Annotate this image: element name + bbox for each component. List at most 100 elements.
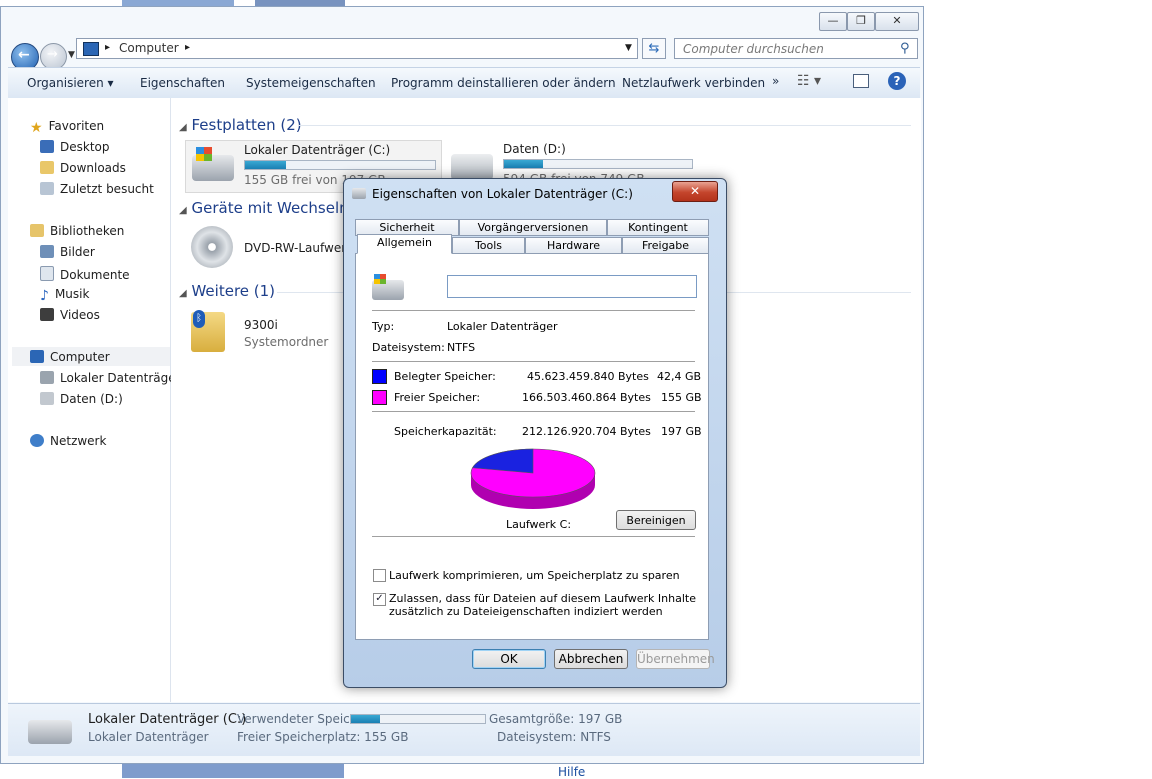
uninstall-program-button[interactable]: Programm deinstallieren oder ändern (391, 76, 616, 90)
tab-sharing[interactable]: Freigabe (622, 237, 709, 254)
cancel-button[interactable]: Abbrechen (554, 649, 628, 669)
details-drive-type: Lokaler Datenträger (88, 730, 209, 744)
nav-downloads[interactable]: Downloads (40, 161, 126, 175)
used-space-swatch (372, 369, 387, 384)
nav-label: Lokaler Datenträger (60, 371, 181, 385)
details-pane: Lokaler Datenträger (C:) Lokaler Datentr… (8, 703, 920, 756)
recent-pages-dropdown[interactable]: ▼ (68, 50, 75, 60)
organize-menu[interactable]: Organisieren ▾ (27, 76, 114, 90)
nav-network[interactable]: Netzwerk (30, 434, 106, 448)
used-space-bytes: 45.623.459.840 Bytes (527, 370, 649, 383)
drive-icon (40, 392, 54, 405)
disk-cleanup-button[interactable]: Bereinigen (616, 510, 696, 530)
capacity-gb: 197 GB (661, 425, 702, 438)
minimize-button[interactable]: — (819, 12, 847, 31)
capacity-bytes: 212.126.920.704 Bytes (522, 425, 651, 438)
collapse-icon: ◢ (179, 288, 187, 299)
group-title: Weitere (1) (191, 282, 276, 300)
nav-favorites[interactable]: ★ Favoriten (30, 119, 104, 136)
group-header-other[interactable]: ◢ Weitere (1) (179, 282, 275, 300)
tab-tools[interactable]: Tools (452, 237, 525, 254)
nav-local-disk[interactable]: Lokaler Datenträger (40, 371, 181, 385)
windows-logo-icon (196, 147, 212, 161)
library-icon (30, 224, 44, 237)
details-filesystem-label: Dateisystem: NTFS (497, 730, 611, 744)
address-dropdown-icon[interactable]: ▼ (625, 43, 632, 53)
tab-previous-versions[interactable]: Vorgängerversionen (459, 219, 607, 236)
dialog-close-button[interactable]: ✕ (672, 181, 718, 202)
type-value: Lokaler Datenträger (447, 320, 558, 333)
nav-music[interactable]: ♪ Musik (40, 287, 89, 304)
network-icon (30, 434, 44, 447)
separator (372, 536, 695, 537)
nav-computer[interactable]: Computer (30, 350, 110, 364)
nav-label: Computer (50, 350, 110, 364)
nav-data-d[interactable]: Daten (D:) (40, 392, 123, 406)
nav-label: Desktop (60, 140, 110, 154)
help-icon[interactable]: ? (888, 72, 906, 90)
nav-documents[interactable]: Dokumente (40, 266, 130, 282)
capacity-label: Speicherkapazität: (394, 425, 497, 438)
group-header-hard-drives[interactable]: ◢ Festplatten (2) (179, 116, 302, 134)
nav-label: Zuletzt besucht (60, 182, 154, 196)
pictures-icon (40, 245, 54, 258)
background-strip (122, 764, 344, 778)
drive-icon (40, 371, 54, 384)
nav-videos[interactable]: Videos (40, 308, 100, 322)
refresh-button[interactable]: ⇆ (642, 38, 666, 59)
nav-libraries[interactable]: Bibliotheken (30, 224, 124, 238)
compress-checkbox[interactable] (373, 569, 386, 582)
windows-logo-icon (374, 274, 386, 284)
nav-recent[interactable]: Zuletzt besucht (40, 182, 154, 196)
drive-c-usage-bar (244, 160, 436, 170)
bluetooth-icon: ᛒ (193, 310, 205, 328)
search-input[interactable]: Computer durchsuchen (674, 38, 918, 59)
usage-pie-chart (470, 448, 596, 509)
nav-desktop[interactable]: Desktop (40, 140, 110, 154)
nav-pictures[interactable]: Bilder (40, 245, 95, 259)
used-space-gb: 42,4 GB (657, 370, 702, 383)
index-label-line2[interactable]: zusätzlich zu Dateieigenschaften indizie… (389, 605, 663, 618)
breadcrumb-separator-icon: ▸ (185, 42, 191, 53)
address-bar[interactable]: ▸ Computer ▸ ▼ (76, 38, 638, 59)
general-tab-panel: Typ: Lokaler Datenträger Dateisystem: NT… (355, 253, 709, 640)
view-options-icon[interactable]: ☷ ▾ (797, 73, 821, 89)
separator (372, 310, 695, 311)
more-commands-button[interactable]: » (772, 74, 779, 88)
close-button[interactable]: ✕ (875, 12, 919, 31)
forward-button[interactable]: → (40, 43, 67, 70)
properties-button[interactable]: Eigenschaften (140, 76, 225, 90)
system-properties-button[interactable]: Systemeigenschaften (246, 76, 376, 90)
maximize-button[interactable]: ❐ (847, 12, 875, 31)
breadcrumb-separator-icon: ▸ (105, 42, 111, 53)
tab-hardware[interactable]: Hardware (525, 237, 622, 254)
index-checkbox[interactable]: ✓ (373, 593, 386, 606)
drive-d-usage-fill (504, 160, 544, 168)
drive-c-name: Lokaler Datenträger (C:) (244, 143, 391, 157)
nav-label: Dokumente (60, 268, 130, 282)
separator (372, 411, 695, 412)
dvd-drive-tile[interactable]: DVD-RW-Laufwerk (189, 226, 353, 272)
search-icon[interactable]: ⚲ (900, 41, 910, 56)
documents-icon (40, 266, 54, 281)
group-header-removable[interactable]: ◢ Geräte mit Wechselme (179, 199, 363, 217)
group-divider (299, 125, 911, 126)
breadcrumb-computer[interactable]: Computer (119, 41, 179, 55)
filesystem-value: NTFS (447, 341, 476, 354)
drive-label-input[interactable] (447, 275, 697, 298)
details-usage-fill (351, 715, 380, 723)
details-usage-bar (350, 714, 486, 724)
tab-quota[interactable]: Kontingent (607, 219, 709, 236)
recent-places-icon (40, 182, 54, 195)
tab-general[interactable]: Allgemein (357, 234, 452, 254)
dialog-title: Eigenschaften von Lokaler Datenträger (C… (372, 187, 633, 201)
map-network-drive-button[interactable]: Netzlaufwerk verbinden (622, 76, 765, 90)
ok-button[interactable]: OK (472, 649, 546, 669)
preview-pane-icon[interactable] (853, 74, 869, 88)
videos-icon (40, 308, 54, 321)
help-link[interactable]: Hilfe (558, 765, 585, 779)
compress-label[interactable]: Laufwerk komprimieren, um Speicherplatz … (389, 569, 680, 582)
phone-tile[interactable]: ᛒ 9300i Systemordner (189, 308, 349, 356)
index-label-line1[interactable]: Zulassen, dass für Dateien auf diesem La… (389, 592, 696, 605)
phone-name: 9300i (244, 318, 278, 332)
